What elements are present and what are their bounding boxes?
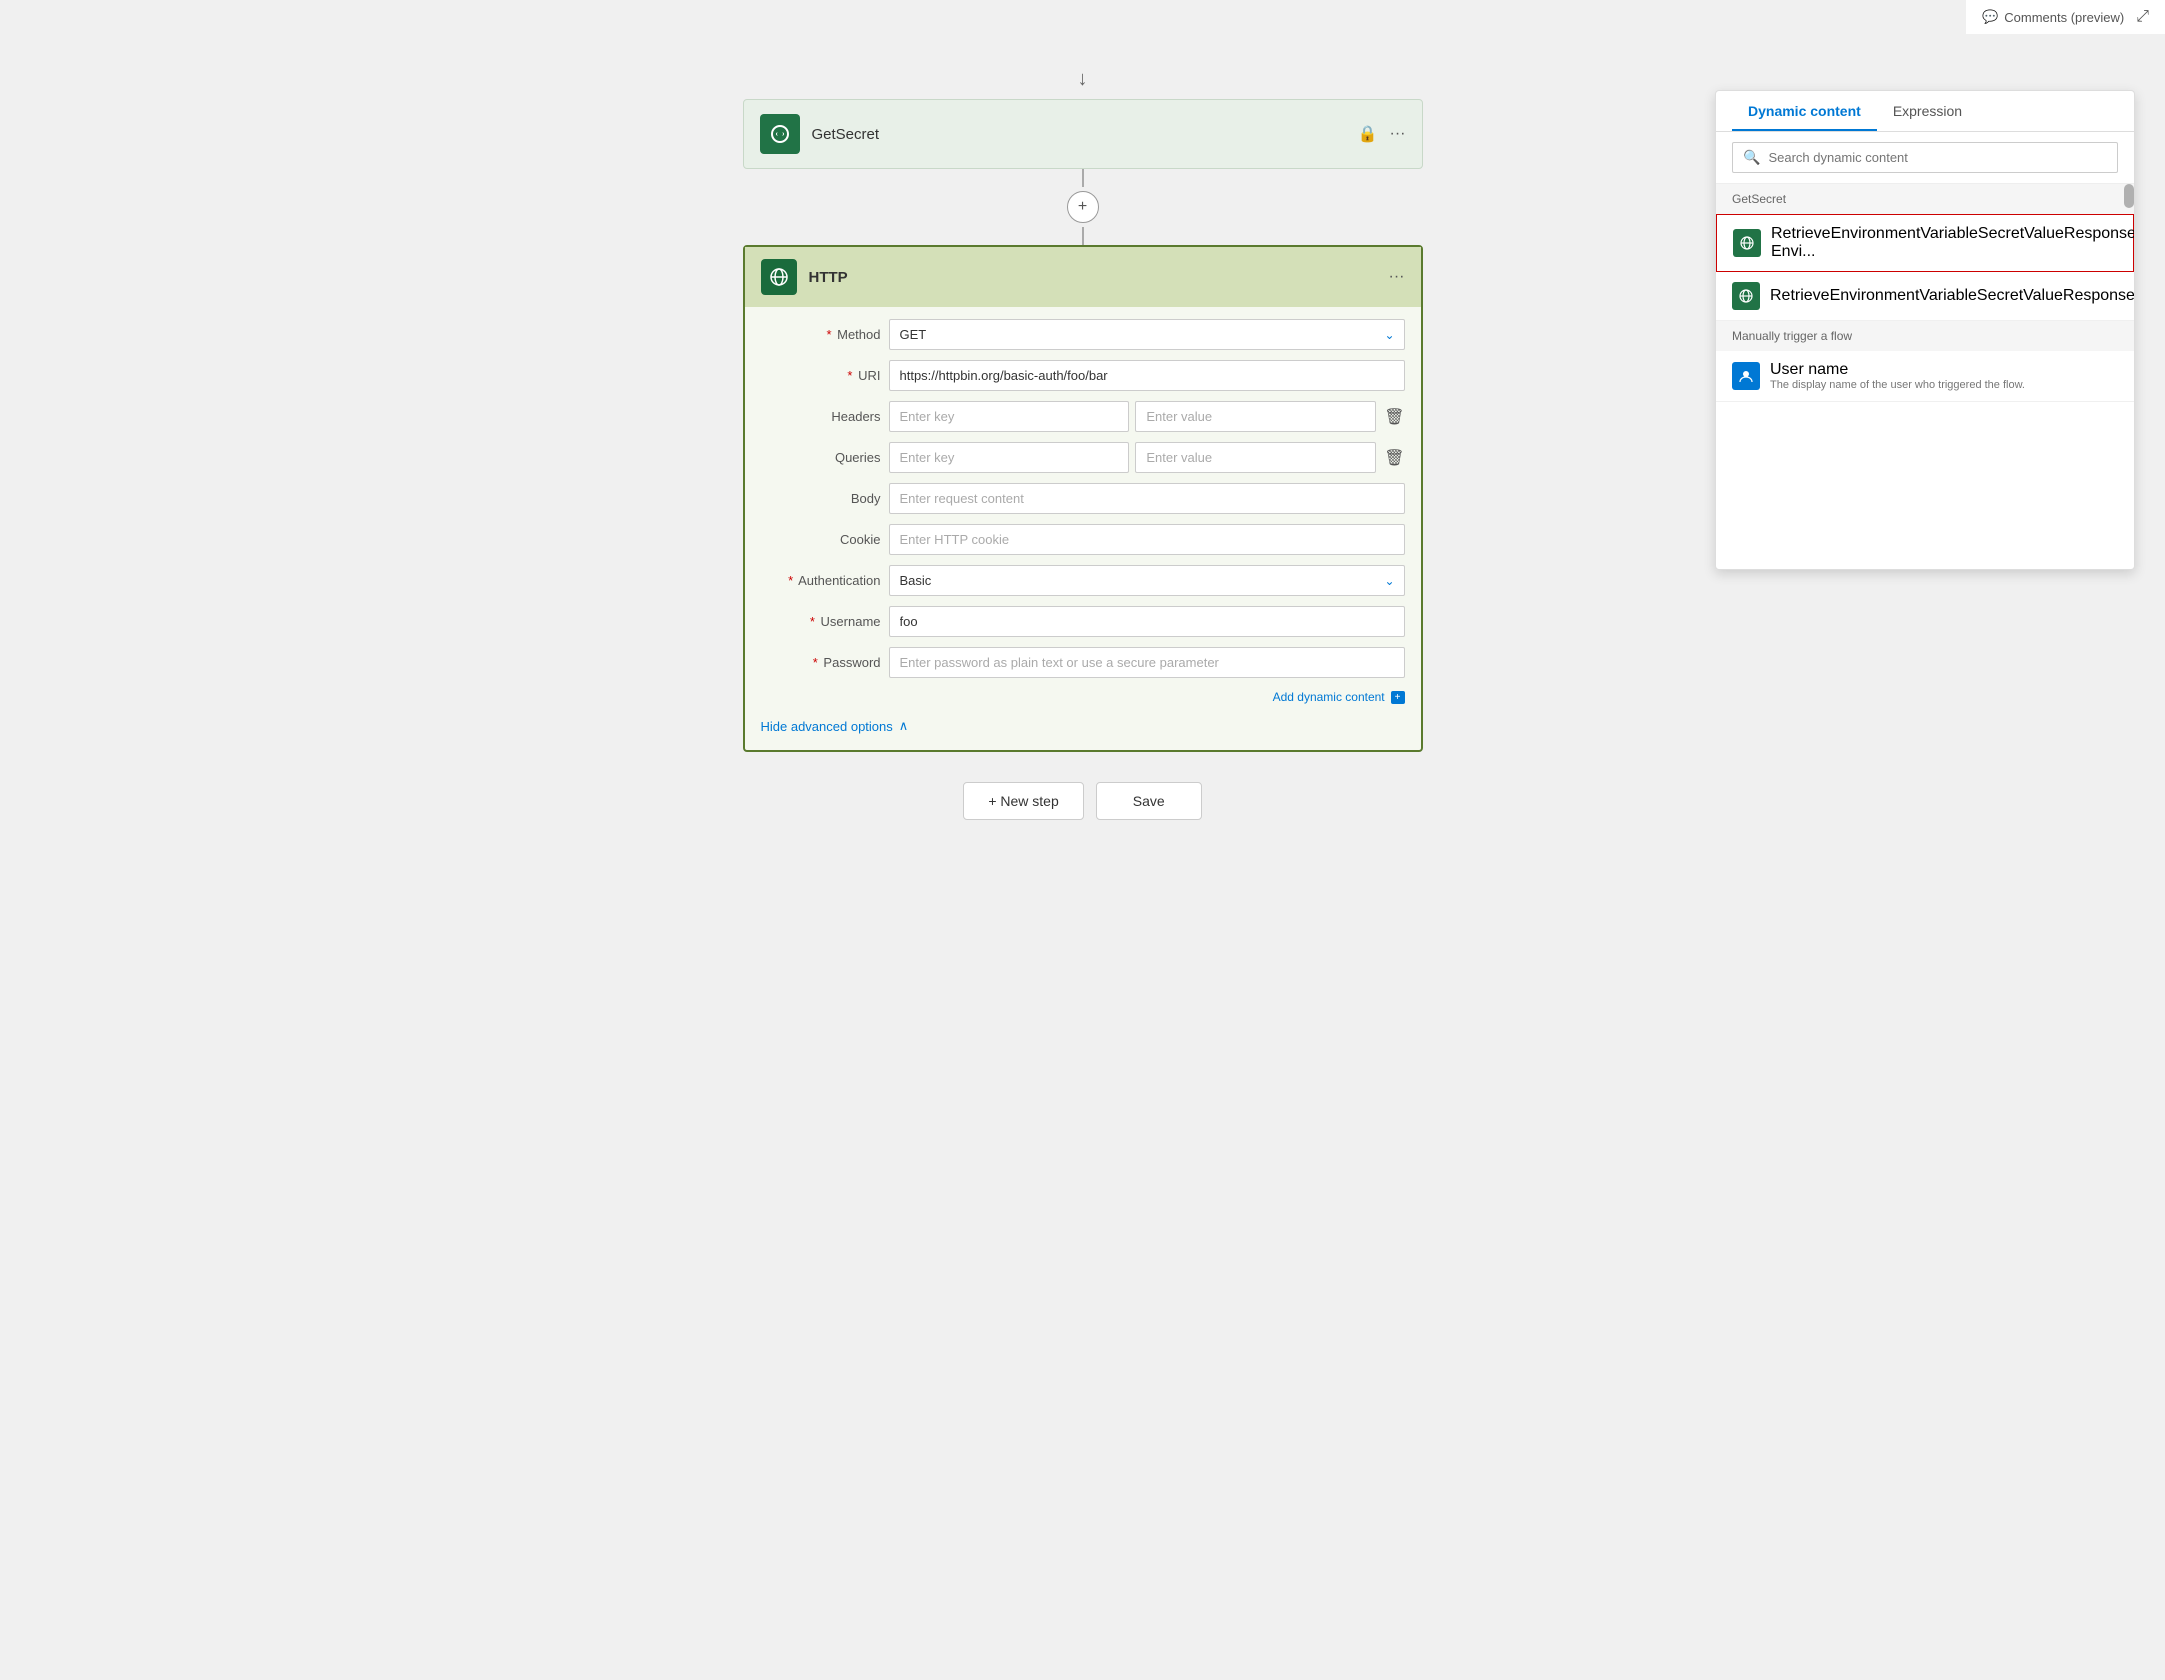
headers-row: Headers 🗑 <box>761 401 1405 432</box>
authentication-row: * Authentication Basic None Client Certi… <box>761 565 1405 596</box>
body-row: Body <box>761 483 1405 514</box>
cookie-row: Cookie <box>761 524 1405 555</box>
uri-label: * URI <box>761 368 881 383</box>
arrow-connector-top: ↓ <box>1078 68 1088 91</box>
save-button[interactable]: Save <box>1096 782 1202 820</box>
panel-tabs: Dynamic content Expression <box>1716 91 2134 132</box>
queries-key-input[interactable] <box>889 442 1130 473</box>
new-step-button[interactable]: + New step <box>963 782 1083 820</box>
comments-label: Comments (preview) <box>2004 10 2124 25</box>
panel-search: 🔍 <box>1716 132 2134 184</box>
dynamic-search-input[interactable] <box>1768 150 2107 165</box>
http-title: HTTP <box>809 269 1377 286</box>
password-required: * <box>813 655 818 670</box>
uri-input[interactable] <box>889 360 1405 391</box>
search-icon: 🔍 <box>1743 149 1760 166</box>
card-actions: 🔒 ··· <box>1358 124 1406 144</box>
comment-icon: 💬 <box>1982 9 1998 25</box>
scroll-indicator <box>2124 184 2134 208</box>
add-dynamic-link: Add dynamic content + <box>761 688 1405 704</box>
vertical-line-1 <box>1082 169 1084 187</box>
tab-dynamic-content[interactable]: Dynamic content <box>1732 91 1877 131</box>
dynamic-item-text-2: RetrieveEnvironmentVariableSecretValueRe… <box>1770 287 2134 305</box>
dynamic-item-user-title: User name <box>1770 361 2025 379</box>
bottom-actions: + New step Save <box>963 782 1201 820</box>
queries-label: Queries <box>761 450 881 465</box>
auth-select-wrapper: Basic None Client Certificate Active Dir… <box>889 565 1405 596</box>
cookie-input[interactable] <box>889 524 1405 555</box>
method-row: * Method GET POST PUT DELETE PATCH ⌄ <box>761 319 1405 350</box>
queries-inputs <box>889 442 1377 473</box>
dynamic-item-icon-1 <box>1733 229 1761 257</box>
dynamic-item-user-content: User name The display name of the user w… <box>1770 361 2025 391</box>
search-box: 🔍 <box>1732 142 2118 173</box>
headers-value-input[interactable] <box>1135 401 1376 432</box>
vertical-line-2 <box>1082 227 1084 245</box>
section-manual-trigger: Manually trigger a flow <box>1716 321 2134 351</box>
method-select-wrapper: GET POST PUT DELETE PATCH ⌄ <box>889 319 1405 350</box>
add-step-button[interactable]: + <box>1067 191 1099 223</box>
queries-row: Queries 🗑 <box>761 442 1405 473</box>
username-required: * <box>810 614 815 629</box>
headers-label: Headers <box>761 409 881 424</box>
chevron-up-icon: ∧ <box>899 718 909 734</box>
uri-row: * URI <box>761 360 1405 391</box>
add-dynamic-content-button[interactable]: Add dynamic content <box>1273 690 1385 704</box>
dynamic-item-icon-user <box>1732 362 1760 390</box>
http-card-body: * Method GET POST PUT DELETE PATCH ⌄ <box>745 307 1421 750</box>
dynamic-item-retrieve-env[interactable]: RetrieveEnvironmentVariableSecretValueRe… <box>1716 272 2134 321</box>
dynamic-item-username[interactable]: User name The display name of the user w… <box>1716 351 2134 402</box>
section-get-secret: GetSecret <box>1716 184 2134 214</box>
http-card: HTTP ··· * Method GET POST PUT DE <box>743 245 1423 752</box>
method-select[interactable]: GET POST PUT DELETE PATCH <box>889 319 1405 350</box>
method-label: * Method <box>761 327 881 342</box>
dynamic-item-retrieve-env-envi[interactable]: RetrieveEnvironmentVariableSecretValueRe… <box>1716 214 2134 272</box>
authentication-select[interactable]: Basic None Client Certificate Active Dir… <box>889 565 1405 596</box>
headers-inputs <box>889 401 1377 432</box>
dynamic-item-icon-2 <box>1732 282 1760 310</box>
http-icon <box>761 259 797 295</box>
dynamic-badge: + <box>1391 691 1405 704</box>
comments-button[interactable]: 💬 Comments (preview) <box>1982 9 2124 25</box>
password-label: * Password <box>761 655 881 670</box>
dynamic-item-text-1: RetrieveEnvironmentVariableSecretValueRe… <box>1771 225 2134 261</box>
auth-required: * <box>788 573 793 588</box>
authentication-label: * Authentication <box>761 573 881 588</box>
expand-icon[interactable]: ⤢ <box>2136 8 2149 26</box>
username-input[interactable] <box>889 606 1405 637</box>
http-more-options[interactable]: ··· <box>1389 268 1405 286</box>
headers-key-input[interactable] <box>889 401 1130 432</box>
cookie-label: Cookie <box>761 532 881 547</box>
uri-required: * <box>847 368 852 383</box>
connector-add: + <box>1067 169 1099 245</box>
queries-value-input[interactable] <box>1135 442 1376 473</box>
hide-advanced-label: Hide advanced options <box>761 719 893 734</box>
password-input[interactable] <box>889 647 1405 678</box>
headers-delete-icon[interactable]: 🗑 <box>1384 407 1404 427</box>
get-secret-title: GetSecret <box>812 126 1346 143</box>
queries-delete-icon[interactable]: 🗑 <box>1384 448 1404 468</box>
http-card-header: HTTP ··· <box>745 247 1421 307</box>
get-secret-icon <box>760 114 800 154</box>
get-secret-card: GetSecret 🔒 ··· <box>743 99 1423 169</box>
dynamic-content-panel: Dynamic content Expression 🔍 GetSecret <box>1715 90 2135 570</box>
dynamic-item-user-subtext: The display name of the user who trigger… <box>1770 379 2025 391</box>
method-required: * <box>826 327 831 342</box>
top-bar: 💬 Comments (preview) ⤢ <box>1966 0 2165 34</box>
body-label: Body <box>761 491 881 506</box>
body-input[interactable] <box>889 483 1405 514</box>
panel-content: GetSecret RetrieveEnvironmentVariableSec… <box>1716 184 2134 569</box>
more-options-icon[interactable]: ··· <box>1390 125 1406 143</box>
username-label: * Username <box>761 614 881 629</box>
hide-advanced-button[interactable]: Hide advanced options ∧ <box>761 714 1405 738</box>
dynamic-item-title-1: RetrieveEnvironmentVariableSecretValueRe… <box>1771 225 2134 261</box>
password-row: * Password <box>761 647 1405 678</box>
username-row: * Username <box>761 606 1405 637</box>
tab-expression[interactable]: Expression <box>1877 91 1978 131</box>
lock-icon[interactable]: 🔒 <box>1358 124 1378 144</box>
